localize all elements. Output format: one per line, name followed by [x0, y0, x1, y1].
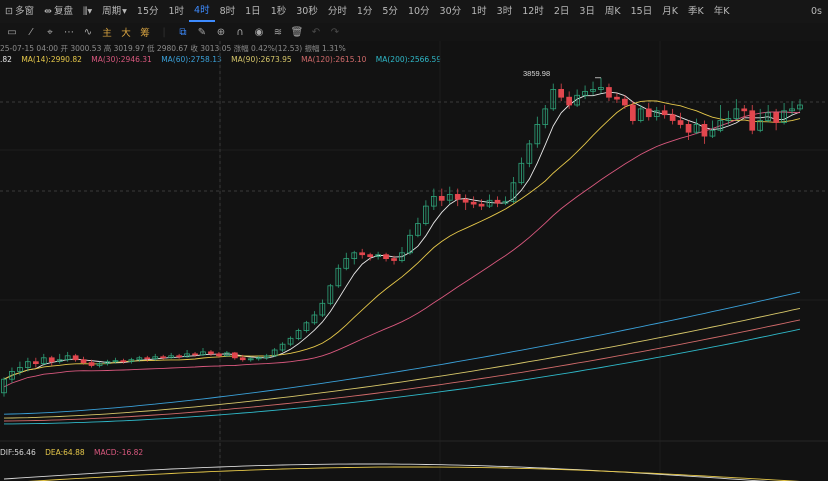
candle-body: [454, 193, 461, 200]
chart-grid: [0, 41, 828, 481]
candle-body: [749, 110, 756, 131]
candle-body: [367, 254, 374, 257]
candle-body: [120, 360, 127, 363]
candle-body: [176, 355, 182, 358]
candle-body: [470, 201, 477, 205]
candle-body: [462, 198, 469, 203]
candle-body: [614, 96, 620, 100]
macd-line: [26, 466, 801, 481]
candle-body: [216, 353, 222, 357]
candle-body: [48, 357, 55, 363]
macd-legend-item: DIF:56.46: [0, 448, 36, 457]
candle-body: [606, 87, 612, 98]
candle-body: [630, 104, 636, 122]
macd-pane: [3, 463, 801, 481]
candle-body: [478, 203, 485, 207]
candle-body: [677, 120, 684, 125]
candle-body: [566, 96, 573, 106]
candle-body: [494, 199, 501, 204]
candle-body: [80, 359, 87, 364]
candle-body: [208, 351, 214, 355]
ma-line: [3, 100, 801, 380]
candle-body: [33, 361, 39, 365]
candle-body: [669, 114, 676, 121]
candle-body: [685, 124, 692, 133]
candle-body: [391, 258, 397, 261]
candle-body: [741, 108, 748, 112]
ma-line: [3, 91, 801, 380]
candles: [1, 77, 803, 397]
macd-legend-item: MACD:-16.82: [94, 448, 144, 457]
macd-legend-item: DEA:64.88: [45, 448, 85, 457]
candlestick-chart[interactable]: 3859.98: [0, 0, 828, 481]
candle-body: [144, 357, 151, 360]
candle-body: [359, 252, 366, 256]
candle-body: [773, 112, 780, 123]
candle-body: [192, 353, 198, 356]
candle-body: [622, 98, 628, 106]
candle-body: [645, 108, 652, 118]
candle-body: [72, 355, 79, 361]
candle-body: [558, 89, 565, 98]
candle-body: [383, 254, 389, 259]
ma-line: [4, 328, 801, 425]
candle-body: [88, 362, 95, 366]
candle-body: [661, 110, 668, 116]
candle-body: [239, 357, 246, 361]
candle-body: [701, 124, 708, 137]
high-marker-label: 3859.98: [523, 69, 550, 78]
macd-legend: DIF:56.46 DEA:64.88 MACD:-16.82: [0, 448, 150, 457]
candle-body: [438, 195, 445, 201]
candle-body: [160, 356, 166, 359]
candle-body: [231, 352, 238, 359]
